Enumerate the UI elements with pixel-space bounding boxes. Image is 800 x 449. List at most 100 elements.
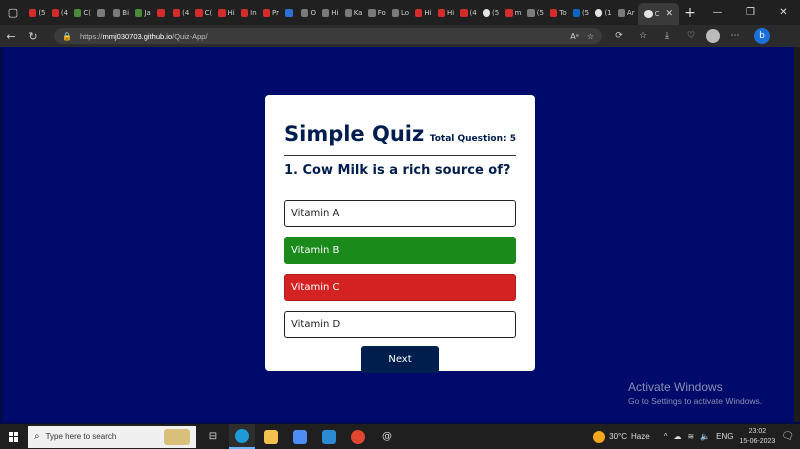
tab-list: (5 (4 C(Bi Ja (4 C(Hi In Pr O Hi Ka Fo Lo Hi Hi (4 (5 m (5… <box>26 0 638 25</box>
browser-tab[interactable]: (5 <box>26 3 49 23</box>
new-tab-button[interactable]: + <box>679 5 701 21</box>
browser-tab[interactable]: m <box>502 3 524 23</box>
tab-favicon-icon <box>368 8 376 17</box>
favorite-star-icon[interactable]: ☆ <box>587 32 594 41</box>
weather-widget[interactable]: 30°C Haze <box>593 430 650 443</box>
vscode-app-icon[interactable] <box>316 424 342 449</box>
window-menu-icon[interactable]: ▢ <box>0 0 26 25</box>
tab-favicon-icon <box>74 8 82 17</box>
browser-tab[interactable]: (1 <box>592 3 615 23</box>
volume-icon[interactable]: 🔈 <box>700 432 710 441</box>
browser-tab[interactable] <box>282 3 298 23</box>
extensions-icon[interactable]: ⟳ <box>610 31 628 41</box>
performance-icon[interactable]: ♡ <box>682 31 700 41</box>
back-icon[interactable]: ← <box>0 30 22 43</box>
browser-actions: ⟳ ☆ ⤓ ♡ ⋯ b <box>610 28 770 44</box>
browser-tab[interactable]: (5 <box>480 3 503 23</box>
answer-button-d[interactable]: Vitamin D <box>284 311 516 338</box>
search-highlight-icon <box>164 428 190 445</box>
browser-tab[interactable]: Ja <box>132 3 154 23</box>
browser-tab[interactable]: To <box>547 3 570 23</box>
answer-button-b[interactable]: Vitamin B <box>284 237 516 264</box>
browser-tab[interactable]: Bi <box>110 3 132 23</box>
activate-subtitle: Go to Settings to activate Windows. <box>628 396 763 406</box>
chevron-up-icon[interactable]: ^ <box>664 432 668 441</box>
browser-tab[interactable]: (4 <box>49 3 72 23</box>
browser-tab[interactable] <box>94 3 110 23</box>
tab-label: C( <box>204 8 213 17</box>
browser-tab[interactable] <box>154 3 170 23</box>
answer-button-a[interactable]: Vitamin A <box>284 200 516 227</box>
browser-tab[interactable]: Hi <box>319 3 342 23</box>
task-view-icon[interactable]: ⊟ <box>200 424 226 449</box>
address-bar[interactable]: 🔒 https://mmj030703.github.io/Quiz-App/ … <box>54 28 602 44</box>
profile-avatar[interactable] <box>706 29 720 43</box>
edge-app-icon[interactable] <box>229 424 255 449</box>
browser-tab[interactable]: Pr <box>260 3 282 23</box>
browser-tab[interactable]: (4 <box>457 3 480 23</box>
tab-label: To <box>559 8 567 17</box>
downloads-icon[interactable]: ⤓ <box>658 31 676 41</box>
browser-tab[interactable]: C( <box>192 3 215 23</box>
browser-tab[interactable]: In <box>238 3 260 23</box>
tab-favicon-icon <box>527 8 535 17</box>
tab-label: (5 <box>38 8 46 17</box>
answer-button-c[interactable]: Vitamin C <box>284 274 516 301</box>
network-icon[interactable]: ☁ <box>673 432 681 441</box>
close-tab-icon[interactable]: ✕ <box>665 9 673 19</box>
address-bar-icons: Aᵃ ☆ <box>570 32 594 41</box>
browser-tab[interactable]: O <box>298 3 319 23</box>
browser-tab[interactable]: Hi <box>435 3 458 23</box>
start-button[interactable] <box>0 431 28 442</box>
taskbar-search[interactable]: ⌕ Type here to search <box>28 425 196 448</box>
weather-temp: 30°C <box>609 432 628 441</box>
tab-favicon-icon <box>96 8 105 17</box>
notification-icon[interactable]: 🗨 <box>781 431 794 442</box>
store-app-icon[interactable] <box>287 424 313 449</box>
answer-list: Vitamin A Vitamin B Vitamin C Vitamin D <box>284 200 516 338</box>
file-explorer-icon[interactable] <box>258 424 284 449</box>
minimize-button[interactable]: — <box>701 0 734 25</box>
tab-favicon-icon <box>218 8 226 17</box>
tab-favicon-icon <box>284 8 293 17</box>
browser-tab[interactable]: (5 <box>570 3 593 23</box>
browser-tab[interactable]: Hi <box>412 3 435 23</box>
favorites-icon[interactable]: ☆ <box>634 31 652 41</box>
tab-favicon-icon <box>505 8 513 17</box>
taskbar-apps: ⊟ @ <box>200 424 400 449</box>
browser-toolbar: ← ↻ 🔒 https://mmj030703.github.io/Quiz-A… <box>0 25 800 47</box>
language-indicator[interactable]: ENG <box>716 432 733 441</box>
browser-tab[interactable]: (5 <box>524 3 547 23</box>
tab-active[interactable]: C ✕ <box>637 3 679 25</box>
at-app-icon[interactable]: @ <box>374 424 400 449</box>
browser-tab[interactable]: Lo <box>389 3 412 23</box>
tab-label: Fo <box>377 8 386 17</box>
more-menu-icon[interactable]: ⋯ <box>726 31 744 41</box>
tab-label: m <box>514 8 522 17</box>
clock[interactable]: 23:02 15-06-2023 <box>739 427 775 447</box>
close-window-button[interactable]: ✕ <box>767 0 800 25</box>
read-aloud-icon[interactable]: Aᵃ <box>570 32 579 41</box>
wifi-icon[interactable]: ≋ <box>687 432 694 441</box>
tab-favicon-icon <box>51 8 59 17</box>
browser-tab[interactable]: Ar <box>615 3 638 23</box>
tab-favicon-icon <box>391 8 400 17</box>
browser-tab[interactable]: Hi <box>215 3 238 23</box>
tab-label: Pr <box>272 8 279 17</box>
tab-label: Hi <box>227 8 235 17</box>
restore-button[interactable]: ❐ <box>734 0 767 25</box>
refresh-icon[interactable]: ↻ <box>22 30 44 43</box>
search-icon: ⌕ <box>34 431 40 442</box>
next-button[interactable]: Next <box>361 346 439 373</box>
browser-tab[interactable]: (4 <box>170 3 193 23</box>
bing-icon[interactable]: b <box>754 28 770 44</box>
tab-favicon-icon <box>549 8 558 17</box>
github-icon <box>643 10 653 18</box>
clock-time: 23:02 <box>748 427 767 435</box>
browser-tab[interactable]: Fo <box>365 3 388 23</box>
url-host: mmj030703.github.io <box>102 31 173 41</box>
browser-tab[interactable]: Ka <box>342 3 366 23</box>
browser-tab[interactable]: C( <box>71 3 94 23</box>
chrome-app-icon[interactable] <box>345 424 371 449</box>
url-prefix: https:// <box>79 31 103 41</box>
